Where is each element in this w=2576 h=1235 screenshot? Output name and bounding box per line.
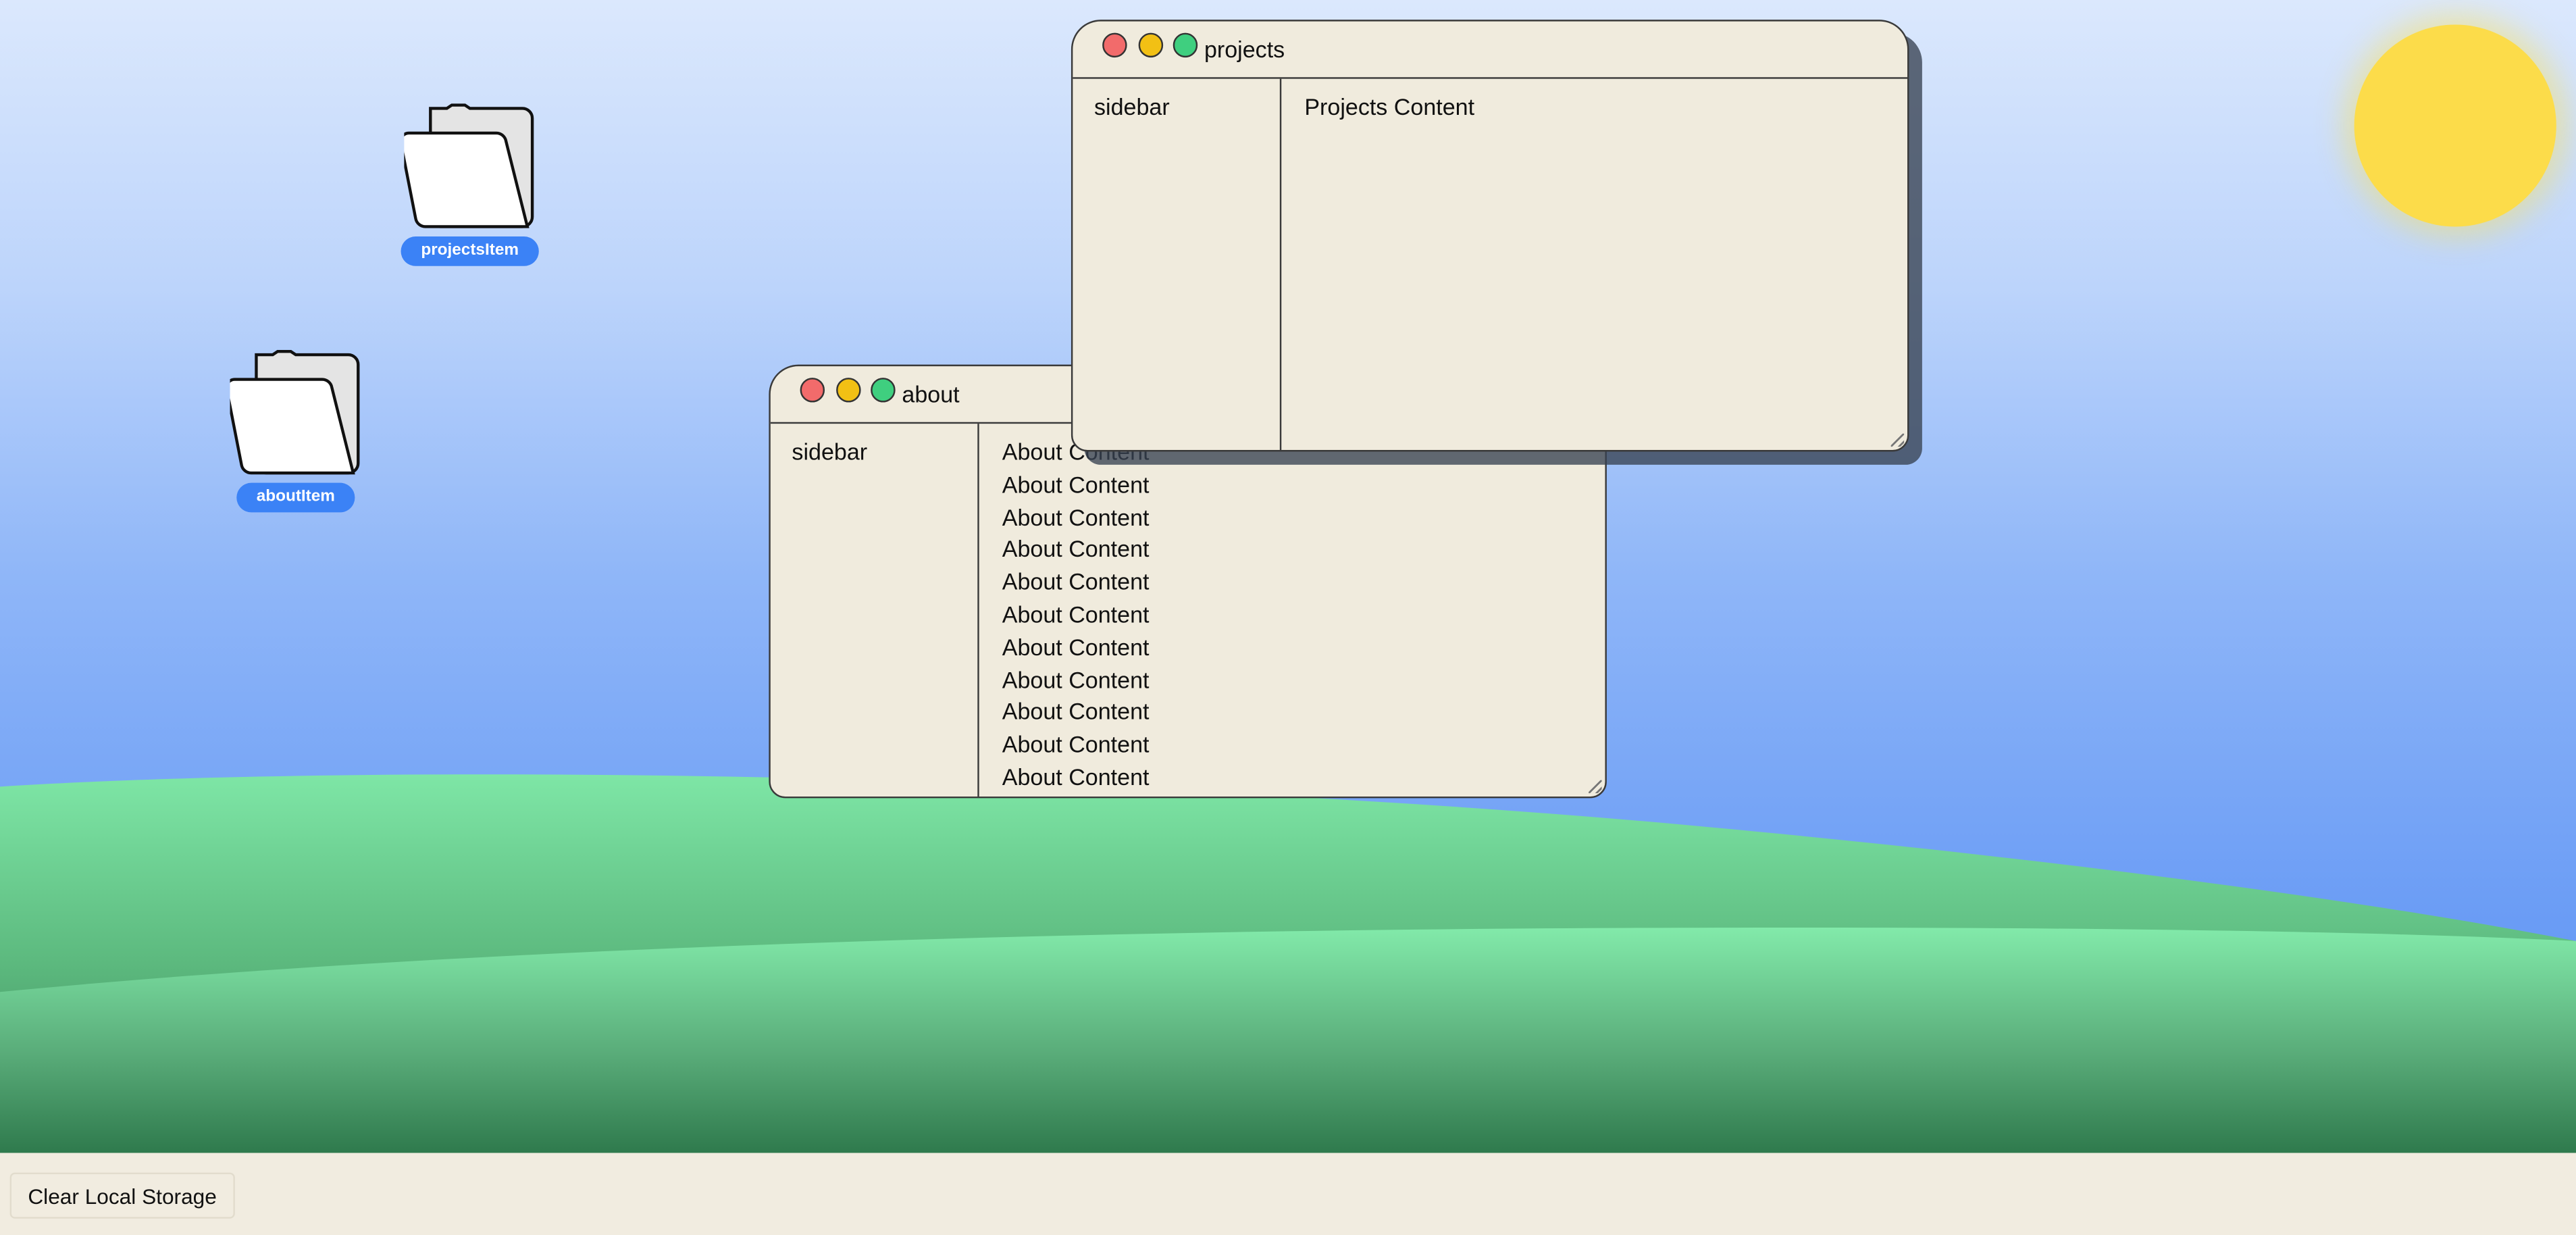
projects-window-titlebar[interactable]: projects <box>1073 22 1908 79</box>
resize-handle[interactable] <box>1890 433 1905 447</box>
desktop-icon-projects[interactable]: projectsItem <box>396 102 544 266</box>
desktop-icon-label: projectsItem <box>401 236 539 266</box>
close-button[interactable] <box>800 378 825 403</box>
minimize-button[interactable] <box>1138 32 1164 58</box>
maximize-button[interactable] <box>871 378 896 403</box>
projects-window[interactable]: projects sidebar Projects Content <box>1071 20 1909 452</box>
folder-icon <box>404 103 534 228</box>
clear-local-storage-button[interactable]: Clear Local Storage <box>9 1172 235 1219</box>
about-content: About Content About Content About Conten… <box>981 424 1605 797</box>
window-title: projects <box>1204 36 1285 63</box>
window-title: about <box>902 380 960 407</box>
content-line: About Content <box>1002 503 1150 530</box>
projects-sidebar: sidebar <box>1073 78 1282 451</box>
content-line: About Content <box>1002 633 1150 660</box>
content-line: About Content <box>1002 763 1150 790</box>
taskbar: Clear Local Storage <box>0 1153 2576 1235</box>
close-button[interactable] <box>1102 32 1127 58</box>
content-line: About Content <box>1002 471 1150 498</box>
content-line: Projects Content <box>1304 93 1475 120</box>
folder-icon <box>230 350 360 475</box>
screen: projectsItem aboutItem about sidebar Abo… <box>0 0 2576 1235</box>
content-line: About Content <box>1002 699 1150 725</box>
desktop-icon-about[interactable]: aboutItem <box>222 348 369 513</box>
resize-handle[interactable] <box>1589 780 1602 794</box>
about-sidebar: sidebar <box>771 424 979 797</box>
desktop-icon-label: aboutItem <box>236 482 355 513</box>
maximize-button[interactable] <box>1173 32 1198 58</box>
content-line: About Content <box>1002 665 1150 692</box>
desktop[interactable]: projectsItem aboutItem about sidebar Abo… <box>0 0 2576 1153</box>
minimize-button[interactable] <box>836 378 861 403</box>
content-line: About Content <box>1002 601 1150 628</box>
content-line: About Content <box>1002 731 1150 758</box>
projects-content: Projects Content <box>1283 79 1907 450</box>
content-line: About Content <box>1002 536 1150 563</box>
content-line: About Content <box>1002 568 1150 595</box>
